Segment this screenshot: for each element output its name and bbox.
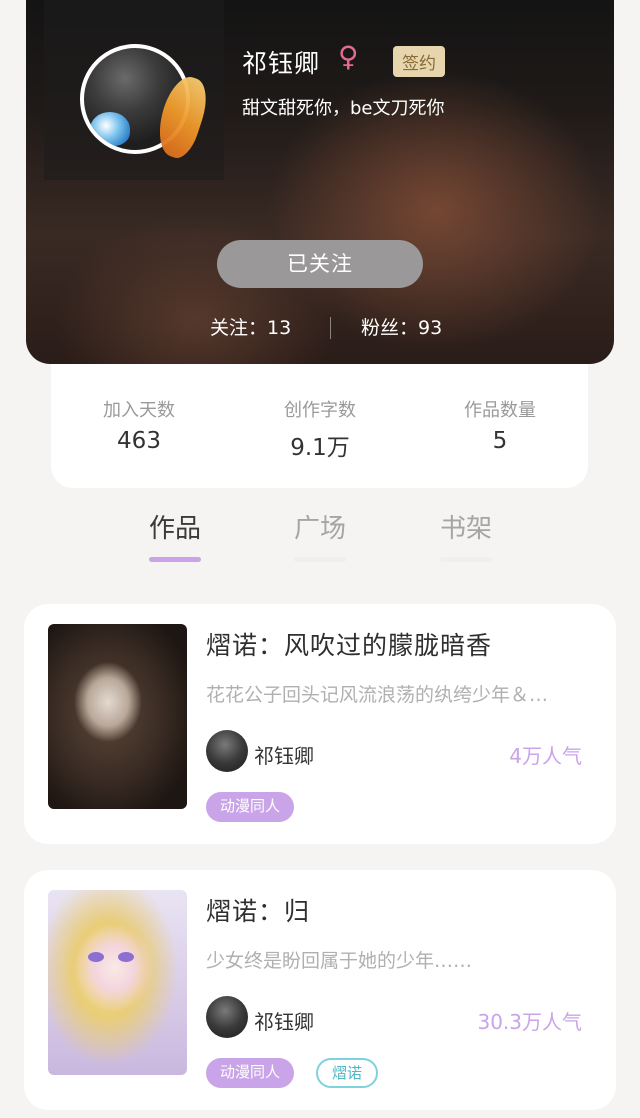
stat-value: 463 (117, 428, 161, 454)
female-icon: ♀ (338, 40, 359, 73)
cover-art-detail (118, 952, 134, 962)
stat-label: 作品数量 (464, 400, 536, 421)
work-cover-image[interactable] (48, 890, 187, 1075)
profile-tabs: 作品 广场 书架 (0, 500, 640, 570)
work-popularity: 30.3万人气 (477, 1010, 582, 1034)
follow-stats: 关注：13 粉丝：93 (26, 313, 614, 343)
author-stats-card: 加入天数 463 创作字数 9.1万 作品数量 5 (51, 364, 588, 488)
work-summary: 花花公子回头记风流浪荡的纨绔少年＆… (206, 684, 549, 706)
work-author-name[interactable]: 祁钰卿 (254, 740, 314, 769)
author-avatar[interactable] (206, 730, 248, 772)
tab-square[interactable]: 广场 (270, 508, 370, 562)
work-popularity: 4万人气 (509, 744, 582, 768)
follow-button[interactable]: 已关注 (217, 240, 423, 288)
tab-underline (294, 557, 346, 562)
stat-value: 5 (492, 428, 508, 454)
fans-count[interactable]: 粉丝：93 (361, 313, 442, 340)
author-name: 祁钰卿 (242, 49, 321, 78)
tab-underline (440, 557, 492, 562)
work-card[interactable]: 熠诺：归 少女终是盼回属于她的少年…… 祁钰卿 30.3万人气 动漫同人 熠诺 (24, 870, 616, 1110)
tab-underline (149, 557, 201, 562)
wave-decoration-icon (90, 112, 130, 146)
stat-label: 创作字数 (284, 400, 356, 421)
stat-join-days: 加入天数 463 (59, 396, 219, 454)
work-title[interactable]: 熠诺：归 (206, 892, 310, 928)
work-summary: 少女终是盼回属于她的少年…… (206, 950, 473, 972)
author-profile-page: 祁钰卿 ♀ 签约 甜文甜死你，be文刀死你 已关注 关注：13 粉丝：93 加入… (0, 0, 640, 1118)
tab-works[interactable]: 作品 (125, 508, 225, 562)
work-card[interactable]: 熠诺：风吹过的朦胧暗香 花花公子回头记风流浪荡的纨绔少年＆… 祁钰卿 4万人气 … (24, 604, 616, 844)
work-tag[interactable]: 动漫同人 (206, 1058, 295, 1088)
cover-art-detail (88, 952, 104, 962)
stats-divider (330, 317, 331, 339)
tab-label: 广场 (293, 514, 346, 544)
work-title[interactable]: 熠诺：风吹过的朦胧暗香 (206, 626, 492, 662)
stat-label: 加入天数 (103, 400, 175, 421)
stat-works-count: 作品数量 5 (420, 396, 580, 454)
author-bio: 甜文甜死你，be文刀死你 (242, 98, 445, 119)
work-tag[interactable]: 动漫同人 (206, 792, 295, 822)
following-count[interactable]: 关注：13 (210, 313, 291, 340)
author-avatar[interactable] (206, 996, 248, 1038)
profile-header: 祁钰卿 ♀ 签约 甜文甜死你，be文刀死你 已关注 关注：13 粉丝：93 (26, 0, 614, 364)
stat-value: 9.1万 (290, 435, 350, 461)
work-author-name[interactable]: 祁钰卿 (254, 1006, 314, 1035)
stat-word-count: 创作字数 9.1万 (240, 396, 400, 462)
work-cover-image[interactable] (48, 624, 187, 809)
work-tag[interactable]: 熠诺 (316, 1058, 379, 1088)
tab-bookshelf[interactable]: 书架 (416, 508, 516, 562)
tab-label: 书架 (439, 514, 492, 544)
tab-label: 作品 (148, 514, 201, 544)
signed-badge: 签约 (393, 46, 445, 77)
